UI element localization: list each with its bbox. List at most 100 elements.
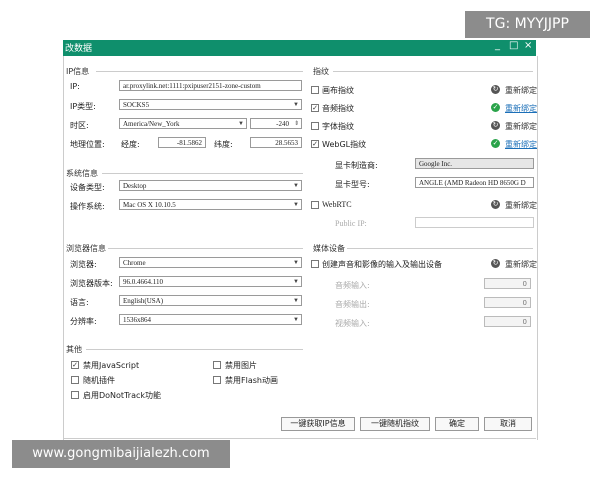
chevron-down-icon: ▼ <box>293 102 299 108</box>
disable-images-label: 禁用图片 <box>225 361 257 370</box>
timezone-select[interactable]: America/New_York ▼ <box>119 118 247 129</box>
canvas-reset-link[interactable]: 重新绑定 <box>505 85 537 96</box>
check-icon: ✓ <box>491 139 500 148</box>
chevron-down-icon: ▼ <box>293 260 299 266</box>
canvas-fp-checkbox[interactable] <box>311 86 319 94</box>
disable-flash-checkbox[interactable] <box>213 376 221 384</box>
gpu-vendor-label: 显卡制造商: <box>335 161 378 170</box>
divider <box>108 248 303 249</box>
public-ip-label: Public IP: <box>335 219 367 228</box>
webrtc-reset-link[interactable]: 重新绑定 <box>505 200 537 211</box>
minimize-icon[interactable]: _ <box>495 40 500 51</box>
random-plugins-checkbox[interactable] <box>71 376 79 384</box>
title-bar: 改数据 _ □ × <box>63 40 536 56</box>
browser-value: Chrome <box>123 259 146 267</box>
webgl-reset-link[interactable]: 重新绑定 <box>505 139 537 150</box>
refresh-icon: ↻ <box>491 85 500 94</box>
os-select[interactable]: Mac OS X 10.10.5 ▼ <box>119 199 302 210</box>
cancel-button[interactable]: 取消 <box>484 417 532 431</box>
ip-type-label: IP类型: <box>70 102 96 111</box>
webrtc-checkbox[interactable] <box>311 201 319 209</box>
dialog-bottom-border <box>63 438 536 439</box>
divider <box>333 71 533 72</box>
ip-label: IP: <box>70 82 80 91</box>
refresh-icon: ↻ <box>491 259 500 268</box>
random-plugins-label: 随机插件 <box>83 376 115 385</box>
font-reset-link[interactable]: 重新绑定 <box>505 121 537 132</box>
disable-flash-label: 禁用Flash动画 <box>225 376 278 385</box>
other-section-header: 其他 <box>66 345 82 354</box>
timezone-offset-stepper[interactable]: -240 ⇕ <box>250 118 302 129</box>
language-value: English(USA) <box>123 297 164 305</box>
audio-reset-link[interactable]: 重新绑定 <box>505 103 537 114</box>
chevron-down-icon: ▼ <box>293 279 299 285</box>
webrtc-label: WebRTC <box>322 200 352 209</box>
language-label: 语言: <box>70 298 89 307</box>
window-title: 改数据 <box>65 44 93 54</box>
divider <box>102 173 303 174</box>
divider <box>347 248 533 249</box>
media-section-header: 媒体设备 <box>313 244 345 253</box>
refresh-icon: ↻ <box>491 200 500 209</box>
close-icon[interactable]: × <box>524 40 532 51</box>
disable-images-checkbox[interactable] <box>213 361 221 369</box>
maximize-icon[interactable]: □ <box>509 40 518 51</box>
font-fp-label: 字体指纹 <box>322 122 354 131</box>
device-type-value: Desktop <box>123 182 147 190</box>
audio-input-field[interactable]: 0 <box>484 278 531 289</box>
video-input-label: 视频输入: <box>335 319 370 328</box>
chevron-down-icon: ▼ <box>238 121 244 127</box>
resolution-value: 1536x864 <box>123 316 151 324</box>
do-not-track-label: 启用DoNotTrack功能 <box>83 391 162 400</box>
canvas-fp-label: 画布指纹 <box>322 86 354 95</box>
audio-output-label: 音频输出: <box>335 300 370 309</box>
gpu-model-input[interactable]: ANGLE (AMD Radeon HD 8650G D <box>415 177 534 188</box>
system-section-header: 系统信息 <box>66 169 98 178</box>
gpu-model-label: 显卡型号: <box>335 180 370 189</box>
webgl-fp-label: WebGL指纹 <box>322 140 367 149</box>
gpu-vendor-input[interactable]: Google Inc. <box>415 158 534 169</box>
os-label: 操作系统: <box>70 202 105 211</box>
audio-fp-checkbox[interactable]: ✓ <box>311 104 319 112</box>
ip-input[interactable]: ar.proxylink.net:1111:pxipuser2151-zone-… <box>119 80 302 91</box>
divider <box>96 71 303 72</box>
media-reset-link[interactable]: 重新绑定 <box>505 259 537 270</box>
check-icon: ✓ <box>491 103 500 112</box>
divider <box>86 349 303 350</box>
browser-version-select[interactable]: 96.0.4664.110 ▼ <box>119 276 302 287</box>
audio-fp-label: 音频指纹 <box>322 104 354 113</box>
audio-output-field[interactable]: 0 <box>484 297 531 308</box>
ip-type-value: SOCKS5 <box>123 101 150 109</box>
disable-js-label: 禁用JavaScript <box>83 361 140 370</box>
chevron-down-icon: ▼ <box>293 298 299 304</box>
chevron-down-icon: ▼ <box>293 317 299 323</box>
public-ip-input[interactable] <box>415 217 534 228</box>
do-not-track-checkbox[interactable] <box>71 391 79 399</box>
browser-version-value: 96.0.4664.110 <box>123 278 163 286</box>
font-fp-checkbox[interactable] <box>311 122 319 130</box>
browser-version-label: 浏览器版本: <box>70 279 113 288</box>
language-select[interactable]: English(USA) ▼ <box>119 295 302 306</box>
browser-select[interactable]: Chrome ▼ <box>119 257 302 268</box>
longitude-input[interactable]: -81.5862 <box>158 137 206 148</box>
url-watermark: www.gongmibaijialezh.com <box>12 440 230 468</box>
ip-type-select[interactable]: SOCKS5 ▼ <box>119 99 302 110</box>
video-input-field[interactable]: 0 <box>484 316 531 327</box>
device-type-select[interactable]: Desktop ▼ <box>119 180 302 191</box>
random-fingerprint-button[interactable]: 一键随机指纹 <box>360 417 430 431</box>
ip-section-header: IP信息 <box>66 67 90 76</box>
webgl-fp-checkbox[interactable]: ✓ <box>311 140 319 148</box>
resolution-label: 分辨率: <box>70 317 97 326</box>
ok-button[interactable]: 确定 <box>435 417 479 431</box>
create-devices-checkbox[interactable] <box>311 260 319 268</box>
get-ip-button[interactable]: 一键获取IP信息 <box>281 417 355 431</box>
stepper-icon[interactable]: ⇕ <box>294 119 299 128</box>
disable-js-checkbox[interactable]: ✓ <box>71 361 79 369</box>
fingerprint-section-header: 指纹 <box>313 67 329 76</box>
audio-input-label: 音频输入: <box>335 281 370 290</box>
resolution-select[interactable]: 1536x864 ▼ <box>119 314 302 325</box>
create-devices-label: 创建声音和影像的输入及输出设备 <box>322 260 442 269</box>
latitude-input[interactable]: 28.5653 <box>250 137 302 148</box>
browser-label: 浏览器: <box>70 260 97 269</box>
chevron-down-icon: ▼ <box>293 183 299 189</box>
